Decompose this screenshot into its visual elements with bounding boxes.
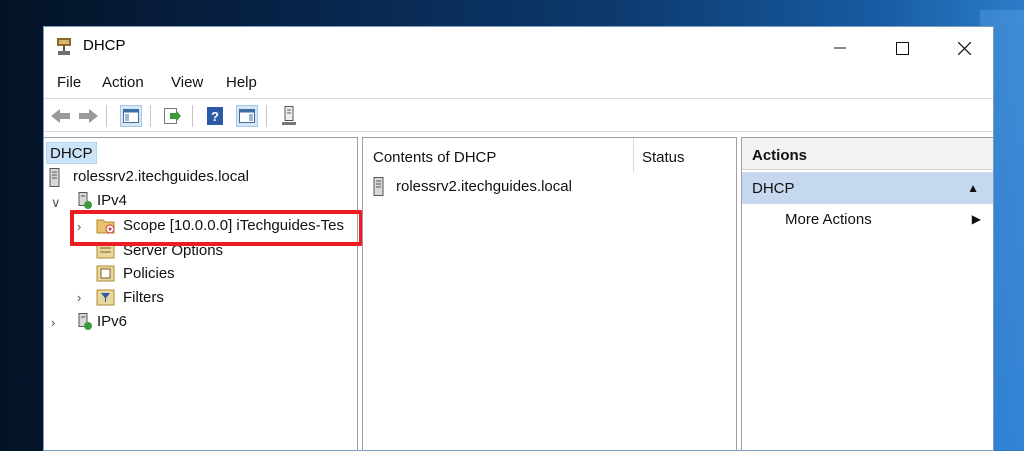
close-icon xyxy=(957,41,971,55)
menu-help[interactable]: Help xyxy=(226,74,257,91)
column-header: Contents of DHCP Status xyxy=(363,138,736,172)
actions-group-dhcp[interactable]: DHCP ▲ xyxy=(742,172,993,204)
toolbar: ? xyxy=(44,98,993,132)
maximize-button[interactable] xyxy=(879,33,925,63)
chevron-down-icon[interactable]: ∨ xyxy=(51,195,61,211)
filters-icon xyxy=(96,289,115,306)
toolbar-separator xyxy=(106,105,107,127)
toolbar-separator xyxy=(192,105,193,127)
svg-text:?: ? xyxy=(211,109,219,124)
help-button[interactable]: ? xyxy=(204,105,226,127)
show-hide-action-pane-icon xyxy=(239,109,255,123)
server-icon xyxy=(282,106,296,125)
maximize-icon xyxy=(895,41,909,55)
dhcp-window: DHCP File Action View Help ? DHCP roless… xyxy=(43,26,994,451)
tree-node-ipv6[interactable]: IPv6 xyxy=(97,313,127,330)
show-hide-tree-button[interactable] xyxy=(120,105,142,127)
window-title: DHCP xyxy=(83,37,126,54)
server-icon xyxy=(373,177,384,196)
minimize-button[interactable] xyxy=(817,33,863,63)
chevron-right-icon[interactable]: › xyxy=(77,290,81,305)
more-actions-item[interactable]: More Actions xyxy=(785,211,872,228)
forward-icon xyxy=(79,109,98,123)
results-pane: Contents of DHCP Status rolessrv2.itechg… xyxy=(362,137,737,451)
column-contents-of-dhcp[interactable]: Contents of DHCP xyxy=(373,149,496,166)
menu-view[interactable]: View xyxy=(171,74,203,91)
export-list-button[interactable] xyxy=(162,105,184,127)
show-hide-action-pane-button[interactable] xyxy=(236,105,258,127)
help-icon: ? xyxy=(207,107,223,125)
back-icon xyxy=(51,109,70,123)
actions-group-label: DHCP xyxy=(752,180,795,197)
tree-node-dhcp[interactable]: DHCP xyxy=(46,142,97,164)
list-item-label: rolessrv2.itechguides.local xyxy=(396,178,572,195)
server-icon xyxy=(49,168,60,187)
policies-icon xyxy=(96,265,115,282)
menu-file[interactable]: File xyxy=(57,74,81,91)
menu-action[interactable]: Action xyxy=(102,74,144,91)
close-button[interactable] xyxy=(941,33,987,63)
tree-node-filters[interactable]: Filters xyxy=(123,289,164,306)
back-button[interactable] xyxy=(50,105,72,127)
export-list-icon xyxy=(164,108,181,124)
actions-title: Actions xyxy=(742,138,993,170)
tree-node-server[interactable]: rolessrv2.itechguides.local xyxy=(73,168,249,185)
chevron-right-icon[interactable]: › xyxy=(51,315,55,330)
toolbar-separator xyxy=(266,105,267,127)
server-button[interactable] xyxy=(278,105,300,127)
console-tree-pane: DHCP rolessrv2.itechguides.local ∨ IPv4 … xyxy=(44,137,358,451)
toolbar-separator xyxy=(150,105,151,127)
column-status[interactable]: Status xyxy=(633,138,685,172)
ipv6-icon xyxy=(78,313,92,330)
dhcp-app-icon xyxy=(57,38,71,55)
show-hide-tree-icon xyxy=(123,109,139,123)
forward-button[interactable] xyxy=(78,105,100,127)
scope-highlight-box xyxy=(70,210,363,246)
title-bar[interactable]: DHCP xyxy=(44,27,993,67)
menu-bar: File Action View Help xyxy=(44,71,993,95)
actions-pane: Actions DHCP ▲ More Actions ▶ xyxy=(741,137,993,451)
tree-node-ipv4[interactable]: IPv4 xyxy=(97,192,127,209)
minimize-icon xyxy=(834,47,846,49)
submenu-arrow-icon[interactable]: ▶ xyxy=(972,212,981,226)
ipv4-icon xyxy=(78,192,92,209)
tree-node-policies[interactable]: Policies xyxy=(123,265,175,282)
collapse-triangle-icon[interactable]: ▲ xyxy=(967,181,979,195)
